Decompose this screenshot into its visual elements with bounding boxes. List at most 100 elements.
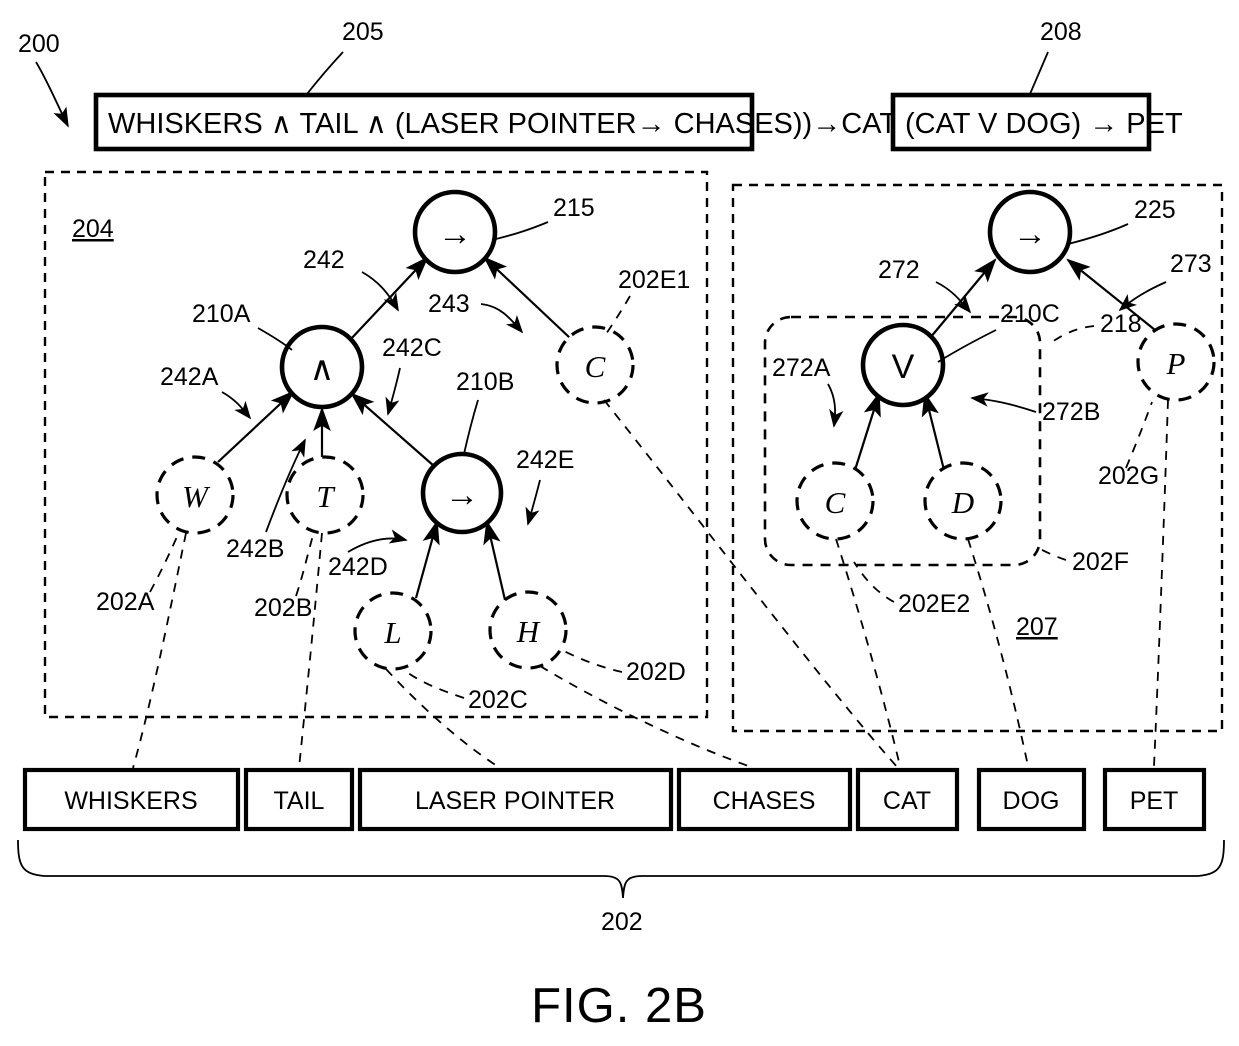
term-box-pet[interactable]: PET — [1102, 767, 1207, 832]
ref-label-210A: 210A — [192, 300, 251, 328]
node-215[interactable]: → — [412, 189, 498, 275]
ref-200-leader — [35, 61, 69, 128]
term-label-whiskers: WHISKERS — [64, 787, 197, 815]
node-210B-glyph: → — [445, 476, 479, 514]
ref-label-215: 215 — [553, 194, 595, 222]
ref-label-202E2: 202E2 — [898, 590, 970, 618]
ref-label-242C: 242C — [382, 334, 442, 362]
term-box-whiskers[interactable]: WHISKERS — [22, 767, 241, 832]
term-boxes-row: WHISKERS TAIL LASER POINTER CHASES CAT D… — [22, 767, 1207, 832]
formula-right-group: (CAT V DOG) → PET 208 — [890, 18, 1183, 152]
formula-left-text: WHISKERS ∧ TAIL ∧ (LASER POINTER→ CHASES… — [108, 108, 897, 140]
leader-W-to-whiskers — [132, 532, 187, 769]
ref-272B-leader — [970, 392, 1037, 413]
ref-label-207: 207 — [1016, 613, 1058, 641]
ref-215-leader — [491, 221, 549, 241]
term-box-chases[interactable]: CHASES — [676, 767, 853, 832]
ref-label-202: 202 — [601, 908, 643, 936]
node-W[interactable]: W — [155, 455, 235, 535]
ref-202F-leader — [1037, 547, 1067, 561]
node-C1-glyph: C — [585, 349, 606, 384]
term-box-tail[interactable]: TAIL — [243, 767, 355, 832]
ref-label-210C: 210C — [1000, 300, 1060, 328]
ref-label-200: 200 — [18, 30, 60, 58]
ref-label-202G: 202G — [1098, 462, 1159, 490]
edge-242 — [349, 256, 429, 341]
panel-right-border — [731, 183, 1224, 733]
edge-272B — [921, 391, 946, 471]
edge-243 — [483, 256, 571, 339]
edge-272 — [929, 258, 997, 339]
node-210A[interactable]: ∧ — [279, 324, 365, 410]
ref-label-273: 273 — [1170, 250, 1212, 278]
ref-label-202A: 202A — [96, 588, 155, 616]
bottom-brace — [17, 839, 1225, 899]
term-label-cat: CAT — [883, 787, 931, 815]
edge-242A — [217, 390, 295, 463]
node-L-glyph: L — [383, 615, 401, 650]
edge-242D — [414, 519, 440, 599]
ref-202E1-leader — [605, 295, 631, 335]
ref-label-242E: 242E — [516, 446, 574, 474]
ref-label-243: 243 — [428, 290, 470, 318]
term-box-cat[interactable]: CAT — [855, 767, 960, 832]
ref-202B-leader — [295, 531, 315, 597]
node-D-glyph: D — [951, 485, 974, 520]
ref-label-202D: 202D — [626, 658, 686, 686]
ref-label-204: 204 — [72, 215, 114, 243]
ref-242D-leader — [347, 529, 408, 553]
node-210B[interactable]: → — [420, 451, 504, 535]
node-P[interactable]: P — [1136, 322, 1216, 402]
node-210C-glyph: V — [892, 348, 915, 386]
edge-242C — [350, 392, 435, 467]
node-H-glyph: H — [516, 614, 541, 649]
term-box-dog[interactable]: DOG — [976, 767, 1087, 832]
figure-caption: FIG. 2B — [531, 979, 707, 1033]
node-C2[interactable]: C — [795, 461, 875, 541]
term-label-laser-pointer: LASER POINTER — [415, 787, 615, 815]
ref-label-272: 272 — [878, 256, 920, 284]
formula-right-text: (CAT V DOG) → PET — [905, 108, 1183, 140]
term-connector-leaders — [132, 399, 1169, 769]
ref-label-208: 208 — [1040, 18, 1082, 46]
node-215-glyph: → — [438, 215, 472, 253]
ref-210B-leader — [463, 399, 479, 455]
node-W-glyph: W — [182, 479, 211, 514]
node-210C[interactable]: V — [860, 322, 946, 408]
ref-272A-leader — [827, 383, 844, 428]
ref-label-202C: 202C — [468, 686, 528, 714]
ref-202E2-leader — [853, 561, 895, 603]
ref-242E-leader — [525, 479, 541, 526]
ref-273-leader — [1118, 281, 1167, 312]
patent-figure: 200 WHISKERS ∧ TAIL ∧ (LASER POINTER→ CH… — [0, 0, 1239, 1046]
node-H[interactable]: H — [488, 590, 568, 670]
ref-label-272B: 272B — [1042, 398, 1100, 426]
ref-242A-leader — [221, 391, 252, 420]
ref-202C-leader — [403, 669, 465, 699]
node-P-glyph: P — [1166, 346, 1186, 381]
ref-label-202F: 202F — [1072, 548, 1129, 576]
ref-210A-leader — [257, 327, 293, 351]
node-T-glyph: T — [316, 479, 336, 514]
term-label-chases: CHASES — [713, 787, 816, 815]
node-C1[interactable]: C — [555, 325, 635, 405]
bottom-brace-group: 202 — [17, 839, 1225, 936]
ref-202A-leader — [149, 529, 181, 593]
ref-label-202E1: 202E1 — [618, 266, 690, 294]
node-225[interactable]: → — [987, 189, 1073, 275]
panel-right: 207 — [731, 183, 1224, 733]
term-box-laser-pointer[interactable]: LASER POINTER — [357, 767, 674, 832]
ref-label-242: 242 — [303, 246, 345, 274]
node-D[interactable]: D — [923, 461, 1003, 541]
formula-left-group: WHISKERS ∧ TAIL ∧ (LASER POINTER→ CHASES… — [93, 18, 897, 152]
leader-L-to-laser-pointer — [385, 668, 501, 769]
node-L[interactable]: L — [353, 591, 433, 671]
root-reference-200: 200 — [18, 30, 69, 128]
term-label-tail: TAIL — [274, 787, 325, 815]
figure-canvas: 200 WHISKERS ∧ TAIL ∧ (LASER POINTER→ CH… — [17, 18, 1225, 1033]
ref-label-202B: 202B — [254, 594, 312, 622]
node-225-glyph: → — [1013, 215, 1047, 253]
node-T[interactable]: T — [285, 455, 365, 535]
ref-243-leader — [480, 303, 524, 334]
leader-C1-to-cat — [603, 399, 899, 769]
